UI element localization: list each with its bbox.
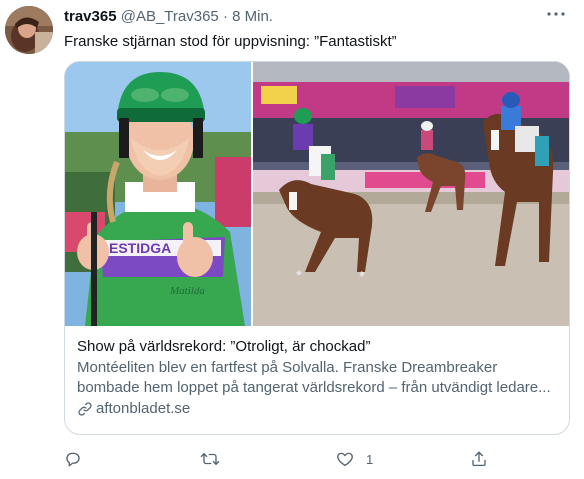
avatar-image: [5, 6, 53, 54]
share-icon: [472, 451, 486, 467]
card-description-line: bombade hem loppet på tangerat världsrek…: [77, 379, 551, 396]
card-photo: ESTIDGA Matilda: [65, 62, 569, 326]
card-title[interactable]: Show på världsrekord: ”Otroligt, är choc…: [77, 337, 557, 357]
heart-icon: [337, 452, 353, 467]
tweet-time[interactable]: 8 Min.: [232, 8, 273, 25]
link-icon: [78, 402, 92, 416]
card-description-line: Montéeliten blev en fartfest på Solvalla…: [77, 359, 498, 376]
action-bar: 1: [64, 447, 504, 471]
retweet-icon: [200, 453, 220, 465]
avatar[interactable]: [5, 6, 53, 54]
rider-photo: ESTIDGA Matilda: [65, 62, 251, 326]
card-description: Montéeliten blev en fartfest på Solvalla…: [77, 358, 557, 398]
author-name[interactable]: trav365: [64, 8, 117, 25]
retweet-button[interactable]: [200, 447, 232, 471]
like-count: 1: [366, 451, 374, 467]
card-body: Show på världsrekord: ”Otroligt, är choc…: [77, 337, 557, 419]
reply-button[interactable]: [64, 447, 94, 471]
race-photo: [253, 62, 569, 326]
tweet-text: Franske stjärnan stod för uppvisning: ”F…: [64, 33, 397, 50]
separator-dot: ·: [222, 8, 228, 25]
card-domain[interactable]: aftonbladet.se: [77, 399, 557, 419]
photo-glove-text: Matilda: [169, 285, 205, 297]
photo-banner-text: ESTIDGA: [109, 240, 171, 256]
share-button[interactable]: [470, 447, 500, 471]
link-card[interactable]: ESTIDGA Matilda Show på världsrekord: ”O…: [64, 61, 570, 435]
tweet-header: trav365 @AB_Trav365 · 8 Min.: [64, 8, 568, 28]
author-handle[interactable]: @AB_Trav365: [121, 8, 219, 25]
card-domain-text: aftonbladet.se: [96, 400, 191, 417]
more-options-icon[interactable]: [544, 2, 568, 26]
like-button[interactable]: 1: [336, 447, 373, 471]
card-image[interactable]: ESTIDGA Matilda: [65, 62, 569, 326]
reply-icon: [66, 452, 80, 467]
